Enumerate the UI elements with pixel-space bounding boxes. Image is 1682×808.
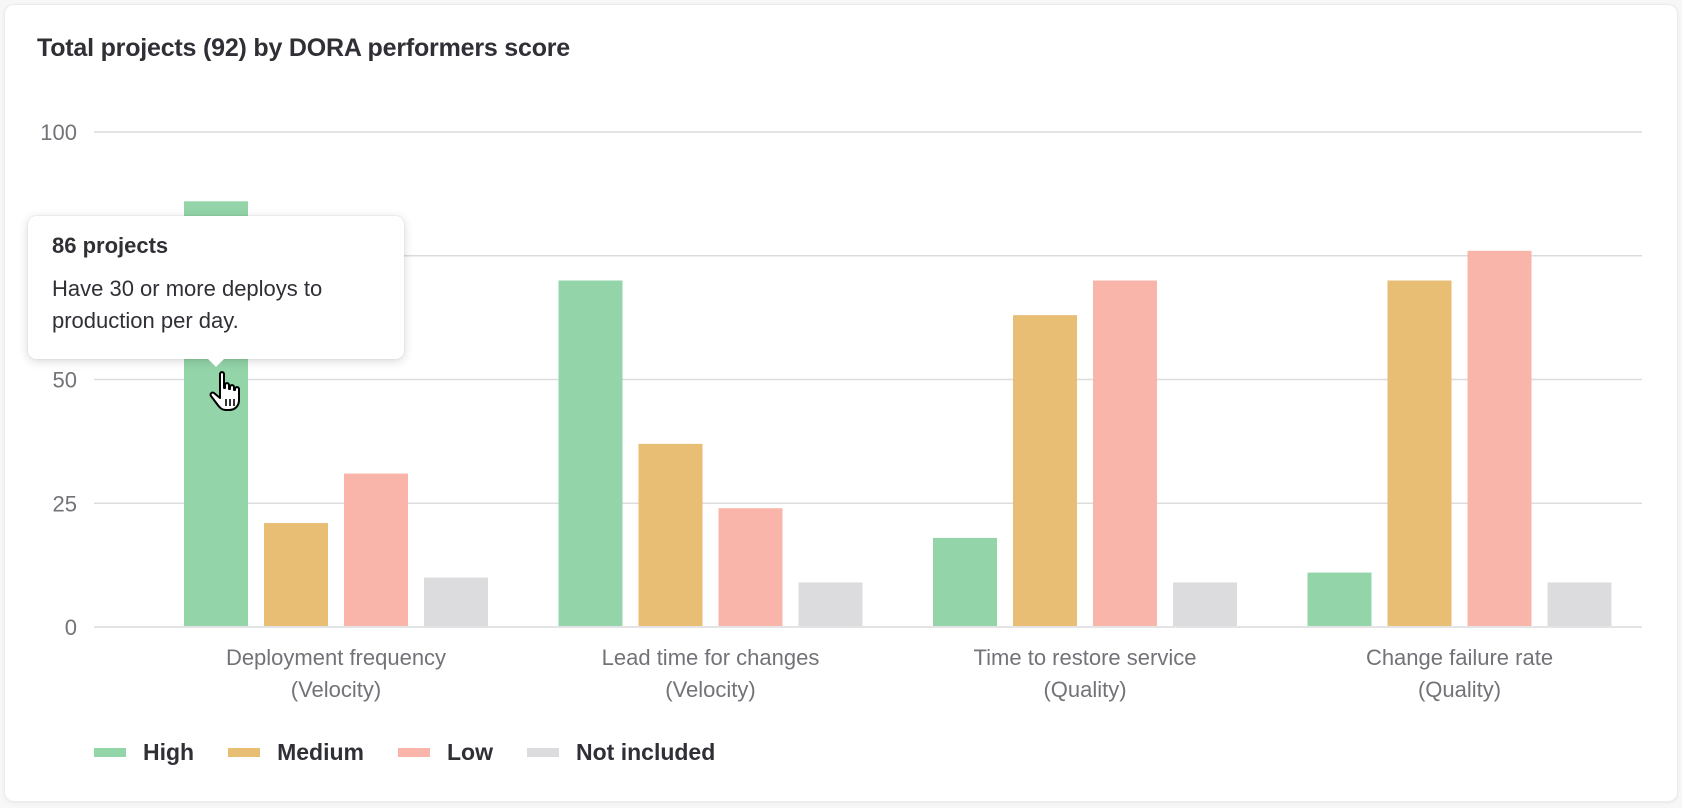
x-tick-label: Change failure rate bbox=[1366, 645, 1553, 670]
legend-swatch-low bbox=[398, 748, 430, 757]
x-tick-label: Lead time for changes bbox=[602, 645, 820, 670]
y-tick-label: 0 bbox=[65, 615, 77, 640]
legend: High Medium Low Not included bbox=[94, 739, 749, 766]
bar-high[interactable] bbox=[1307, 572, 1372, 626]
bar-medium[interactable] bbox=[1387, 280, 1452, 627]
legend-swatch-medium bbox=[228, 748, 261, 757]
bar-high[interactable] bbox=[933, 537, 997, 626]
bar-low[interactable] bbox=[1467, 250, 1532, 627]
bar-not-included[interactable] bbox=[798, 582, 863, 626]
x-tick-label: Deployment frequency bbox=[226, 645, 446, 670]
bar-not-included[interactable] bbox=[424, 577, 488, 627]
tooltip-body: Have 30 or more deploys to production pe… bbox=[52, 276, 323, 333]
x-tick-label: (Velocity) bbox=[665, 677, 755, 702]
legend-swatch-high bbox=[94, 748, 126, 757]
y-tick-label: 100 bbox=[40, 120, 77, 145]
legend-label: Low bbox=[447, 739, 493, 765]
x-tick-label: Time to restore service bbox=[974, 645, 1197, 670]
y-tick-label: 50 bbox=[53, 368, 77, 393]
y-axis-ticks: 0255075100 bbox=[40, 120, 77, 640]
tooltip-title: 86 projects bbox=[52, 233, 169, 258]
y-tick-label: 25 bbox=[53, 491, 77, 516]
x-tick-label: (Velocity) bbox=[291, 677, 381, 702]
bar-medium[interactable] bbox=[264, 523, 328, 626]
bar-tooltip: 86 projects Have 30 or more deploys to p… bbox=[28, 216, 404, 367]
x-tick-label: (Quality) bbox=[1418, 677, 1501, 702]
bar-chart: 0255075100 Deployment frequency(Velocity… bbox=[40, 120, 1642, 702]
bar-medium[interactable] bbox=[1013, 315, 1077, 626]
x-tick-label: (Quality) bbox=[1043, 677, 1126, 702]
x-axis-labels: Deployment frequency (Velocity) Lead time … bbox=[226, 645, 1553, 702]
legend-item-low[interactable]: Low bbox=[398, 739, 493, 766]
legend-label: High bbox=[143, 739, 195, 765]
bar-not-included[interactable] bbox=[1173, 582, 1237, 626]
tooltip-arrow bbox=[207, 358, 225, 367]
bar-high[interactable] bbox=[558, 280, 623, 627]
bar-low[interactable] bbox=[344, 473, 408, 626]
bar-low[interactable] bbox=[718, 508, 783, 626]
legend-label: Medium bbox=[277, 739, 364, 765]
bar-medium[interactable] bbox=[638, 443, 703, 626]
legend-item-medium[interactable]: Medium bbox=[228, 739, 364, 766]
bar-not-included[interactable] bbox=[1547, 582, 1612, 626]
legend-label: Not included bbox=[576, 739, 716, 765]
hand-pointer-icon bbox=[207, 370, 247, 419]
bar-low[interactable] bbox=[1093, 280, 1157, 627]
legend-item-high[interactable]: High bbox=[94, 739, 194, 766]
legend-swatch-not-included bbox=[527, 748, 559, 757]
legend-item-not-included[interactable]: Not included bbox=[527, 739, 715, 766]
